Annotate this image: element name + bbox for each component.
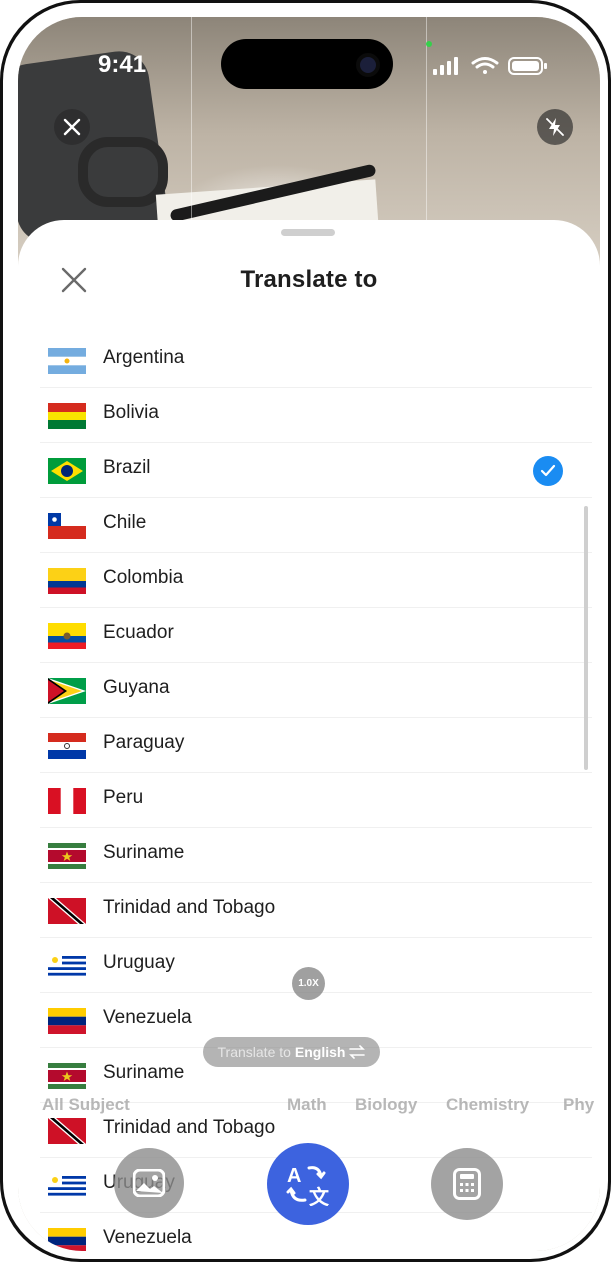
suriname-flag-icon xyxy=(48,1063,86,1089)
selected-check-icon xyxy=(533,456,563,486)
country-name: Suriname xyxy=(103,842,185,863)
country-name: Venezuela xyxy=(103,1227,192,1248)
trinidad-and-tobago-flag-icon xyxy=(48,898,86,924)
country-row[interactable]: Colombia xyxy=(40,553,592,608)
device-bezel: 9:41 Translate to Argentina Bolivia Braz… xyxy=(3,3,608,1259)
sheet-grabber[interactable] xyxy=(281,229,335,236)
screen: 9:41 Translate to Argentina Bolivia Braz… xyxy=(18,17,600,1251)
country-row[interactable]: Guyana xyxy=(40,663,592,718)
tab-chemistry[interactable]: Chemistry xyxy=(446,1095,529,1115)
gallery-button[interactable] xyxy=(114,1148,184,1218)
bolivia-flag-icon xyxy=(48,403,86,429)
peru-flag-icon xyxy=(48,788,86,814)
brazil-flag-icon xyxy=(48,458,86,484)
svg-text:文: 文 xyxy=(309,1185,330,1206)
translate-language: English xyxy=(294,1044,346,1060)
battery-icon xyxy=(508,57,547,75)
device-frame: 9:41 Translate to Argentina Bolivia Braz… xyxy=(0,0,611,1262)
status-icons xyxy=(433,55,573,77)
translate-icon: A 文 xyxy=(286,1165,330,1206)
translate-capture-button[interactable]: A 文 xyxy=(267,1143,349,1225)
subject-tabs: All Subject Math Biology Chemistry Phy xyxy=(42,1095,600,1123)
country-row[interactable]: Ecuador xyxy=(40,608,592,663)
svg-text:A: A xyxy=(287,1165,301,1187)
gallery-icon xyxy=(133,1169,165,1197)
country-name: Ecuador xyxy=(103,622,174,643)
argentina-flag-icon xyxy=(48,348,86,374)
wifi-icon xyxy=(471,57,499,74)
country-name: Venezuela xyxy=(103,1007,192,1028)
country-name: Brazil xyxy=(103,457,151,478)
flash-off-button[interactable] xyxy=(537,109,573,145)
camera-active-indicator xyxy=(426,41,432,47)
country-name: Suriname xyxy=(103,1062,185,1083)
front-camera xyxy=(356,53,380,77)
country-row[interactable]: Bolivia xyxy=(40,388,592,443)
country-row[interactable]: Argentina xyxy=(40,333,592,388)
country-row[interactable]: Suriname xyxy=(40,828,592,883)
cellular-signal-icon xyxy=(433,57,458,75)
suriname-flag-icon xyxy=(48,843,86,869)
translate-language-pill[interactable]: Translate to English xyxy=(203,1037,380,1067)
country-name: Uruguay xyxy=(103,952,175,973)
guyana-flag-icon xyxy=(48,678,86,704)
uruguay-flag-icon xyxy=(48,1173,86,1199)
paraguay-flag-icon xyxy=(48,733,86,759)
country-name: Chile xyxy=(103,512,147,533)
country-name: Paraguay xyxy=(103,732,185,753)
country-name: Bolivia xyxy=(103,402,159,423)
chile-flag-icon xyxy=(48,513,86,539)
uruguay-flag-icon xyxy=(48,953,86,979)
scrollbar[interactable] xyxy=(584,506,588,770)
country-name: Trinidad and Tobago xyxy=(103,897,276,918)
camera-scene-cord xyxy=(78,137,168,207)
tab-math[interactable]: Math xyxy=(287,1095,327,1115)
flash-off-icon xyxy=(546,118,564,136)
country-row[interactable]: Trinidad and Tobago xyxy=(40,883,592,938)
zoom-level-button[interactable]: 1.0X xyxy=(292,967,325,1000)
ecuador-flag-icon xyxy=(48,623,86,649)
country-row[interactable]: Brazil xyxy=(40,443,592,498)
close-icon xyxy=(63,118,81,136)
country-row[interactable]: Paraguay xyxy=(40,718,592,773)
venezuela-flag-icon xyxy=(48,1228,86,1251)
tab-biology[interactable]: Biology xyxy=(355,1095,417,1115)
country-name: Guyana xyxy=(103,677,170,698)
camera-close-button[interactable] xyxy=(54,109,90,145)
sheet-title: Translate to xyxy=(240,266,378,293)
tab-physics[interactable]: Phy xyxy=(563,1095,594,1115)
country-row[interactable]: Peru xyxy=(40,773,592,828)
country-name: Colombia xyxy=(103,567,184,588)
country-name: Peru xyxy=(103,787,144,808)
country-name: Argentina xyxy=(103,347,185,368)
calculator-button[interactable] xyxy=(431,1148,503,1220)
colombia-flag-icon xyxy=(48,568,86,594)
country-row[interactable]: Chile xyxy=(40,498,592,553)
calculator-icon xyxy=(453,1168,481,1200)
venezuela-flag-icon xyxy=(48,1008,86,1034)
tab-all-subject[interactable]: All Subject xyxy=(42,1095,130,1115)
status-time: 9:41 xyxy=(98,51,147,78)
translate-prefix: Translate to xyxy=(217,1044,291,1060)
swap-icon xyxy=(349,1045,366,1059)
